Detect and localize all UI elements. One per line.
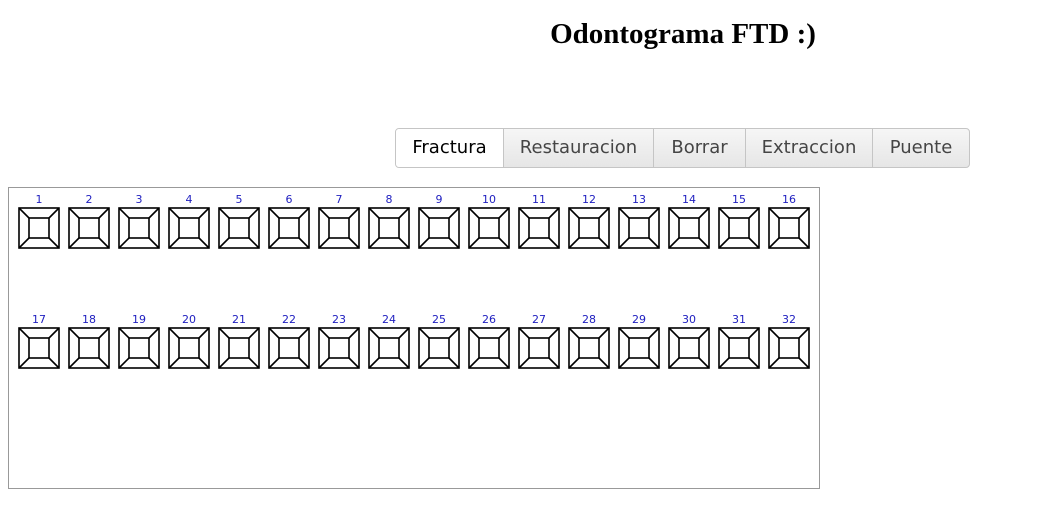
tooth-number: 19 <box>132 313 146 326</box>
tooth-number: 22 <box>282 313 296 326</box>
tooth-number: 3 <box>136 193 143 206</box>
tooth-19[interactable]: 19 <box>118 313 160 369</box>
tooth-24[interactable]: 24 <box>368 313 410 369</box>
tooth-number: 8 <box>386 193 393 206</box>
tooth-9[interactable]: 9 <box>418 193 460 249</box>
tooth-number: 31 <box>732 313 746 326</box>
tooth-30[interactable]: 30 <box>668 313 710 369</box>
tooth-number: 9 <box>436 193 443 206</box>
tooth-15[interactable]: 15 <box>718 193 760 249</box>
tooth-number: 12 <box>582 193 596 206</box>
tooth-18[interactable]: 18 <box>68 313 110 369</box>
puente-button[interactable]: Puente <box>873 129 969 167</box>
tooth-number: 2 <box>86 193 93 206</box>
tooth-25[interactable]: 25 <box>418 313 460 369</box>
tooth-10[interactable]: 10 <box>468 193 510 249</box>
tooth-number: 16 <box>782 193 796 206</box>
tooth-13[interactable]: 13 <box>618 193 660 249</box>
tooth-number: 18 <box>82 313 96 326</box>
tooth-7[interactable]: 7 <box>318 193 360 249</box>
tooth-23[interactable]: 23 <box>318 313 360 369</box>
extraccion-button[interactable]: Extraccion <box>746 129 873 167</box>
tooth-1[interactable]: 1 <box>18 193 60 249</box>
tooth-number: 1 <box>36 193 43 206</box>
tooth-2[interactable]: 2 <box>68 193 110 249</box>
tooth-4[interactable]: 4 <box>168 193 210 249</box>
tooth-31[interactable]: 31 <box>718 313 760 369</box>
tooth-number: 17 <box>32 313 46 326</box>
tooth-number: 24 <box>382 313 396 326</box>
tooth-17[interactable]: 17 <box>18 313 60 369</box>
tooth-5[interactable]: 5 <box>218 193 260 249</box>
tooth-number: 32 <box>782 313 796 326</box>
tool-selector: Fractura Restauracion Borrar Extraccion … <box>395 128 970 168</box>
tooth-number: 29 <box>632 313 646 326</box>
tooth-number: 5 <box>236 193 243 206</box>
tooth-number: 25 <box>432 313 446 326</box>
fractura-button[interactable]: Fractura <box>396 129 504 167</box>
tooth-8[interactable]: 8 <box>368 193 410 249</box>
borrar-button[interactable]: Borrar <box>654 129 746 167</box>
tooth-number: 14 <box>682 193 696 206</box>
tooth-14[interactable]: 14 <box>668 193 710 249</box>
tooth-number: 20 <box>182 313 196 326</box>
tooth-26[interactable]: 26 <box>468 313 510 369</box>
tooth-21[interactable]: 21 <box>218 313 260 369</box>
odontogram-canvas[interactable]: 1 2 3 4 5 6 7 8 9 10 11 12 13 14 15 16 17 18 19 20 21 22 23 24 2… <box>8 187 820 489</box>
tooth-number: 15 <box>732 193 746 206</box>
tooth-number: 13 <box>632 193 646 206</box>
tooth-11[interactable]: 11 <box>518 193 560 249</box>
tooth-29[interactable]: 29 <box>618 313 660 369</box>
odontogram-drawing: 1 2 3 4 5 6 7 8 9 10 11 12 13 14 15 1617 18 19 20 21 22 23 24 2… <box>18 193 810 369</box>
tooth-12[interactable]: 12 <box>568 193 610 249</box>
tooth-3[interactable]: 3 <box>118 193 160 249</box>
tooth-22[interactable]: 22 <box>268 313 310 369</box>
tooth-number: 6 <box>286 193 293 206</box>
tooth-27[interactable]: 27 <box>518 313 560 369</box>
restauracion-button[interactable]: Restauracion <box>504 129 654 167</box>
tooth-28[interactable]: 28 <box>568 313 610 369</box>
tooth-number: 21 <box>232 313 246 326</box>
tooth-32[interactable]: 32 <box>768 313 810 369</box>
tooth-6[interactable]: 6 <box>268 193 310 249</box>
tooth-number: 10 <box>482 193 496 206</box>
tooth-number: 11 <box>532 193 546 206</box>
tooth-number: 4 <box>186 193 193 206</box>
tooth-number: 26 <box>482 313 496 326</box>
tooth-16[interactable]: 16 <box>768 193 810 249</box>
tooth-number: 23 <box>332 313 346 326</box>
tooth-20[interactable]: 20 <box>168 313 210 369</box>
tooth-number: 27 <box>532 313 546 326</box>
tooth-number: 30 <box>682 313 696 326</box>
tooth-number: 7 <box>336 193 343 206</box>
tooth-number: 28 <box>582 313 596 326</box>
page-title: Odontograma FTD :) <box>550 18 816 50</box>
